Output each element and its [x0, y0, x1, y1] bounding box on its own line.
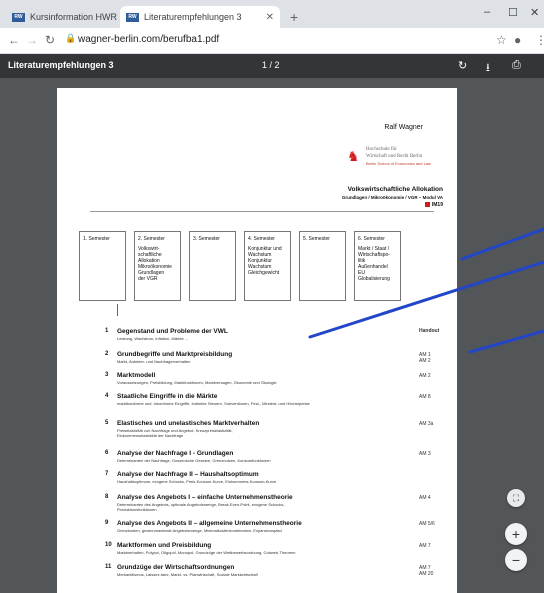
annotation-line: [468, 329, 544, 354]
annotation-line: [308, 260, 544, 339]
annotation-lines: [308, 227, 544, 354]
annotation-line: [460, 227, 544, 261]
